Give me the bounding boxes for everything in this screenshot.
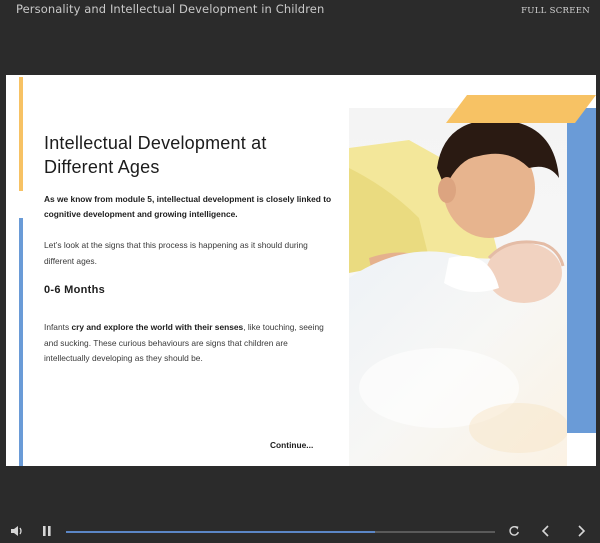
progress-fill xyxy=(66,531,375,533)
replay-icon[interactable] xyxy=(508,524,520,540)
progress-bar[interactable] xyxy=(66,531,495,533)
top-bar: Personality and Intellectual Development… xyxy=(0,0,600,22)
age-subheading: 0-6 Months xyxy=(44,284,106,296)
infants-lead: Infants xyxy=(44,322,72,332)
fullscreen-button[interactable]: FULL SCREEN xyxy=(521,6,590,16)
slide-title: Intellectual Development at Different Ag… xyxy=(44,133,267,177)
course-player: Personality and Intellectual Development… xyxy=(0,0,600,543)
player-controls xyxy=(0,518,600,543)
accent-bar-yellow xyxy=(19,77,23,191)
infants-bold: cry and explore the world with their sen… xyxy=(71,322,244,332)
chevron-left-icon[interactable] xyxy=(541,524,551,540)
child-with-baby-photo xyxy=(349,108,567,466)
signs-text: Let’s look at the signs that this proces… xyxy=(44,240,308,266)
slide: Intellectual Development at Different Ag… xyxy=(6,75,596,466)
course-title: Personality and Intellectual Development… xyxy=(16,2,325,16)
pause-icon[interactable] xyxy=(42,524,52,540)
continue-button[interactable]: Continue... xyxy=(270,440,313,450)
accent-bar-blue xyxy=(19,218,23,466)
volume-icon[interactable] xyxy=(10,524,24,540)
decor-blue-block xyxy=(567,108,596,433)
intro-text: As we know from module 5, intellectual d… xyxy=(44,194,332,219)
chevron-right-icon[interactable] xyxy=(576,524,586,540)
infants-text: Infants cry and explore the world with t… xyxy=(44,320,324,367)
decor-yellow-parallelogram xyxy=(446,95,596,123)
